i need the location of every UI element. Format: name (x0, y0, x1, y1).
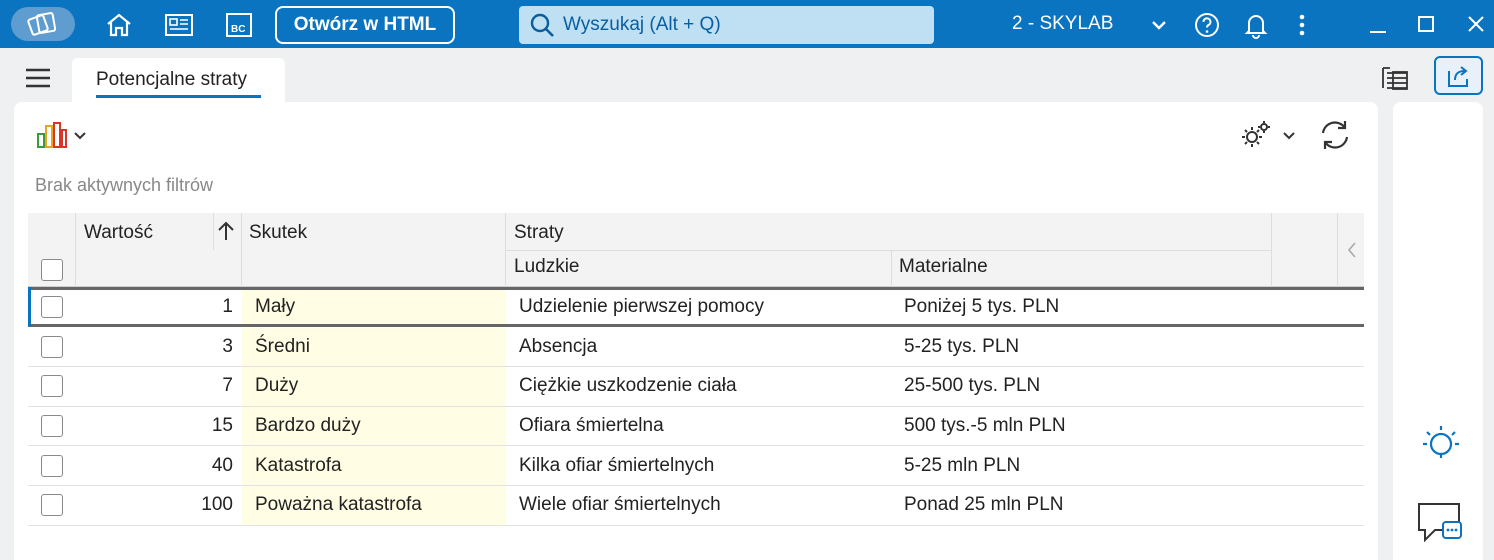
chevron-down-icon[interactable] (1148, 14, 1170, 36)
sort-arrow-up-icon[interactable] (216, 220, 236, 248)
open-in-html-button[interactable]: Otwórz w HTML (275, 6, 455, 44)
app-logo-icon[interactable] (11, 7, 75, 41)
header-human[interactable]: Ludzkie (514, 256, 580, 278)
cell-human: Ofiara śmiertelna (519, 415, 664, 437)
search-input[interactable]: Wyszukaj (Alt + Q) (519, 6, 934, 44)
select-all-checkbox[interactable] (41, 259, 63, 281)
cell-value: 3 (222, 335, 233, 357)
header-divider (1271, 213, 1272, 287)
chevron-left-icon[interactable] (1346, 241, 1358, 265)
header-material[interactable]: Materialne (899, 256, 988, 278)
search-icon (530, 13, 554, 37)
tab-potencjalne-straty[interactable]: Potencjalne straty (72, 58, 285, 102)
header-value[interactable]: Wartość (84, 222, 153, 244)
bc-icon[interactable]: BC (223, 10, 255, 40)
active-filters-text: Brak aktywnych filtrów (35, 175, 214, 195)
hamburger-menu-icon[interactable] (24, 66, 56, 94)
row-checkbox[interactable] (28, 290, 75, 324)
list-view-icon[interactable] (1380, 64, 1410, 92)
chevron-down-icon[interactable] (1282, 128, 1296, 146)
cell-material: Poniżej 5 tys. PLN (904, 295, 1060, 317)
more-vertical-icon[interactable] (1292, 12, 1312, 38)
header-divider (1337, 213, 1338, 287)
minimize-icon[interactable] (1366, 12, 1390, 38)
row-checkbox[interactable] (28, 328, 75, 367)
row-checkbox[interactable] (28, 407, 75, 446)
table-row[interactable]: 100 Poważna katastrofa Wiele ofiar śmier… (28, 486, 1364, 526)
cell-effect: Duży (242, 367, 506, 406)
side-panel (1393, 102, 1483, 560)
company-selector-label[interactable]: 2 - SKYLAB (1012, 10, 1113, 38)
news-icon[interactable] (163, 10, 195, 40)
table-row[interactable]: 15 Bardzo duży Ofiara śmiertelna 500 tys… (28, 406, 1364, 447)
header-divider (891, 250, 892, 287)
header-effect[interactable]: Skutek (249, 222, 307, 244)
help-icon[interactable] (1193, 11, 1221, 39)
table-row[interactable]: 40 Katastrofa Kilka ofiar śmiertelnych 5… (28, 446, 1364, 486)
cell-material: 5-25 tys. PLN (904, 335, 1020, 357)
bc-label: BC (231, 24, 245, 35)
maximize-icon[interactable] (1414, 12, 1438, 36)
table-row[interactable]: 1 Mały Udzielenie pierwszej pomocy Poniż… (28, 287, 1364, 327)
header-divider (241, 213, 242, 287)
cell-value: 7 (222, 375, 233, 397)
cell-human: Udzielenie pierwszej pomocy (519, 295, 764, 317)
share-icon[interactable] (1434, 56, 1483, 95)
close-icon[interactable] (1464, 12, 1488, 36)
cell-material: 500 tys.-5 mln PLN (904, 415, 1066, 437)
cell-effect: Poważna katastrofa (242, 486, 506, 525)
cell-human: Absencja (519, 335, 598, 357)
header-losses: Straty (514, 222, 564, 243)
row-checkbox[interactable] (28, 486, 75, 525)
cell-material: Ponad 25 mln PLN (904, 494, 1064, 516)
refresh-icon[interactable] (1318, 118, 1352, 157)
tab-label: Potencjalne straty (96, 69, 248, 90)
table-row[interactable]: 3 Średni Absencja 5-25 tys. PLN (28, 327, 1364, 368)
cell-human: Wiele ofiar śmiertelnych (519, 494, 721, 516)
cell-material: 5-25 mln PLN (904, 454, 1021, 476)
chat-icon[interactable] (1415, 500, 1465, 553)
header-divider (213, 213, 214, 250)
cell-value: 15 (211, 415, 233, 437)
home-icon[interactable] (103, 10, 135, 40)
header-divider (75, 213, 76, 287)
cell-material: 25-500 tys. PLN (904, 375, 1041, 397)
cell-value: 100 (201, 494, 233, 516)
top-bar: BC Otwórz w HTML Wyszukaj (Alt + Q) 2 - … (0, 0, 1494, 48)
chevron-down-icon[interactable] (73, 128, 87, 146)
row-checkbox[interactable] (28, 446, 75, 485)
cell-effect: Katastrofa (242, 446, 506, 485)
lightbulb-icon[interactable] (1419, 420, 1463, 469)
cell-value: 40 (211, 454, 233, 476)
bell-icon[interactable] (1242, 10, 1270, 40)
cell-value: 1 (222, 295, 233, 317)
chart-icon[interactable] (36, 120, 68, 155)
cell-effect: Mały (242, 290, 506, 324)
cell-effect: Bardzo duży (242, 406, 506, 446)
cell-human: Ciężkie uszkodzenie ciała (519, 375, 737, 397)
header-divider (505, 250, 1271, 251)
tab-active-indicator (96, 95, 261, 98)
search-placeholder: Wyszukaj (Alt + Q) (563, 14, 721, 35)
table-row[interactable]: 7 Duży Ciężkie uszkodzenie ciała 25-500 … (28, 367, 1364, 407)
settings-gear-icon[interactable] (1238, 119, 1272, 156)
row-checkbox[interactable] (28, 367, 75, 406)
cell-effect: Średni (242, 327, 506, 367)
cell-human: Kilka ofiar śmiertelnych (519, 454, 715, 476)
